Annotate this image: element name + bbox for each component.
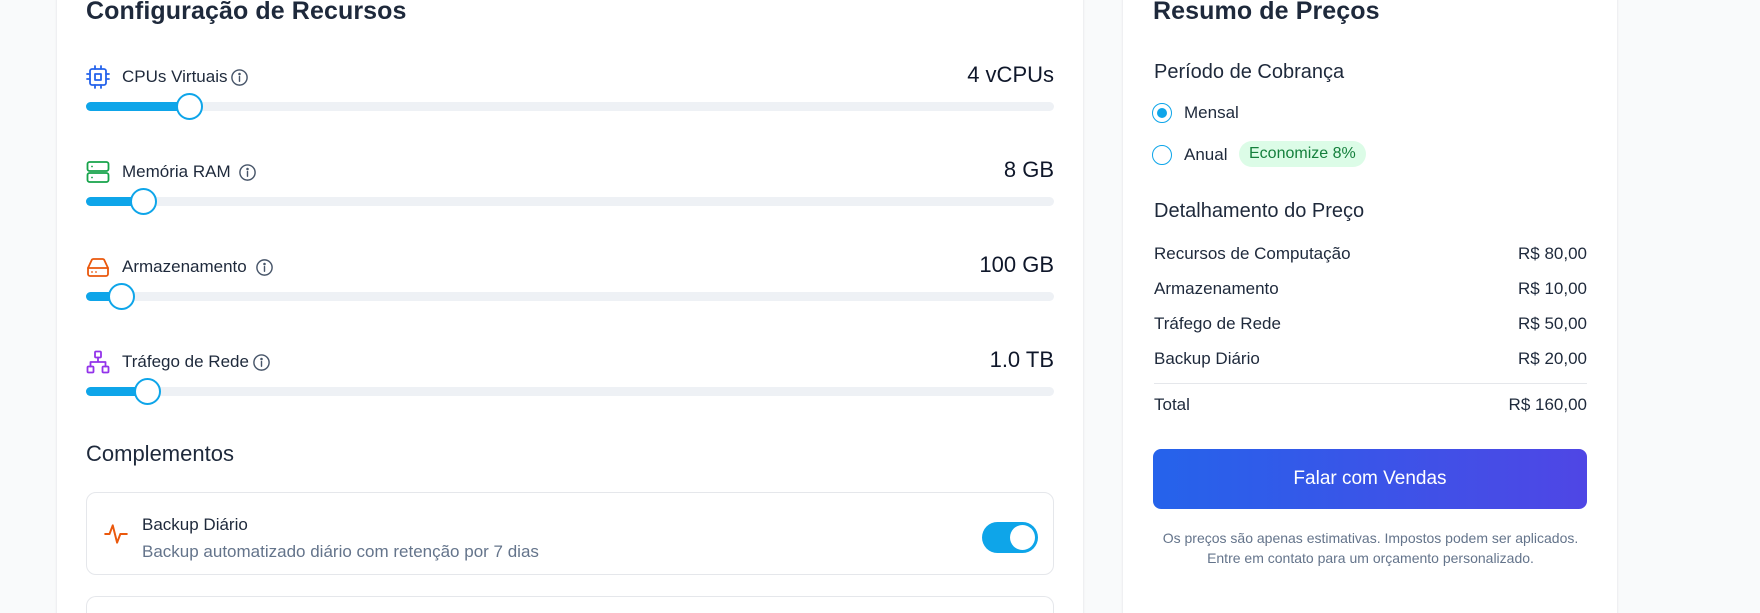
price-item-amount: R$ 20,00 [1518,349,1587,368]
addons-title: Complementos [86,441,234,466]
price-row: Armazenamento R$ 10,00 [1154,279,1587,303]
network-icon [86,350,110,374]
server-icon [86,161,110,183]
slider-label-cpu: CPUs Virtuais [122,67,228,86]
storage-slider-block: Armazenamento 100 GB [86,252,1054,322]
savings-badge: Economize 8% [1239,141,1366,167]
radio-annual[interactable] [1152,145,1172,165]
radio-label-monthly: Mensal [1184,103,1239,122]
slider-label-network: Tráfego de Rede [122,352,249,371]
pricing-disclaimer: Os preços são apenas estimativas. Impost… [1162,530,1579,566]
storage-slider-track[interactable] [86,283,1054,310]
addon-title: Backup Diário [142,515,248,534]
pricing-summary-title: Resumo de Preços [1153,0,1380,25]
total-row: Total R$ 160,00 [1154,395,1587,419]
billing-period-label: Período de Cobrança [1154,61,1345,83]
ram-slider-block: Memória RAM 8 GB [86,157,1054,227]
billing-option-annual[interactable]: Anual Economize 8% [1152,141,1552,167]
price-item-amount: R$ 50,00 [1518,314,1587,333]
ram-slider-track[interactable] [86,188,1054,215]
info-icon[interactable] [238,163,257,182]
radio-label-annual: Anual [1184,145,1228,164]
info-icon[interactable] [230,68,249,87]
network-slider-track[interactable] [86,378,1054,405]
slider-value-network: 1.0 TB [989,347,1054,372]
contact-sales-button[interactable]: Falar com Vendas [1153,449,1587,509]
backup-toggle[interactable] [982,522,1038,553]
price-item-amount: R$ 80,00 [1518,244,1587,263]
billing-option-monthly[interactable]: Mensal [1152,101,1552,125]
slider-label-storage: Armazenamento [122,257,247,276]
addon-description: Backup automatizado diário com retenção … [142,542,539,561]
slider-value-cpu: 4 vCPUs [967,62,1054,87]
cpu-slider-track[interactable] [86,93,1054,120]
total-amount: R$ 160,00 [1508,395,1587,414]
slider-value-ram: 8 GB [1003,157,1054,182]
price-item-name: Backup Diário [1154,349,1260,368]
ram-slider-thumb[interactable] [129,188,157,215]
info-icon[interactable] [255,258,274,277]
slider-value-storage: 100 GB [979,252,1054,277]
price-item-amount: R$ 10,00 [1518,279,1587,298]
price-item-name: Tráfego de Rede [1154,314,1281,333]
price-row: Tráfego de Rede R$ 50,00 [1154,314,1587,338]
total-divider [1154,383,1587,384]
cpu-slider-fill [86,102,190,111]
addon-card-backup: Backup Diário Backup automatizado diário… [86,492,1054,575]
addon-card-next [86,596,1054,613]
price-item-name: Armazenamento [1154,279,1279,298]
network-slider-thumb[interactable] [134,378,162,405]
price-row: Backup Diário R$ 20,00 [1154,349,1587,373]
total-label: Total [1154,395,1190,414]
cpu-slider-block: CPUs Virtuais 4 vCPUs [86,62,1054,132]
activity-icon [104,524,128,544]
resource-config-title: Configuração de Recursos [86,0,407,25]
price-breakdown-label: Detalhamento do Preço [1154,200,1365,222]
cpu-slider-thumb[interactable] [176,93,204,120]
toggle-knob [1010,525,1035,550]
radio-monthly[interactable] [1152,103,1172,123]
network-slider-block: Tráfego de Rede 1.0 TB [86,347,1054,417]
info-icon[interactable] [252,353,271,372]
hard-drive-icon [87,258,109,277]
price-item-name: Recursos de Computação [1154,244,1351,263]
price-row: Recursos de Computação R$ 80,00 [1154,244,1587,268]
slider-label-ram: Memória RAM [122,162,231,181]
cpu-icon [86,65,110,89]
pricing-summary-card [1123,0,1617,613]
storage-slider-thumb[interactable] [108,283,136,310]
